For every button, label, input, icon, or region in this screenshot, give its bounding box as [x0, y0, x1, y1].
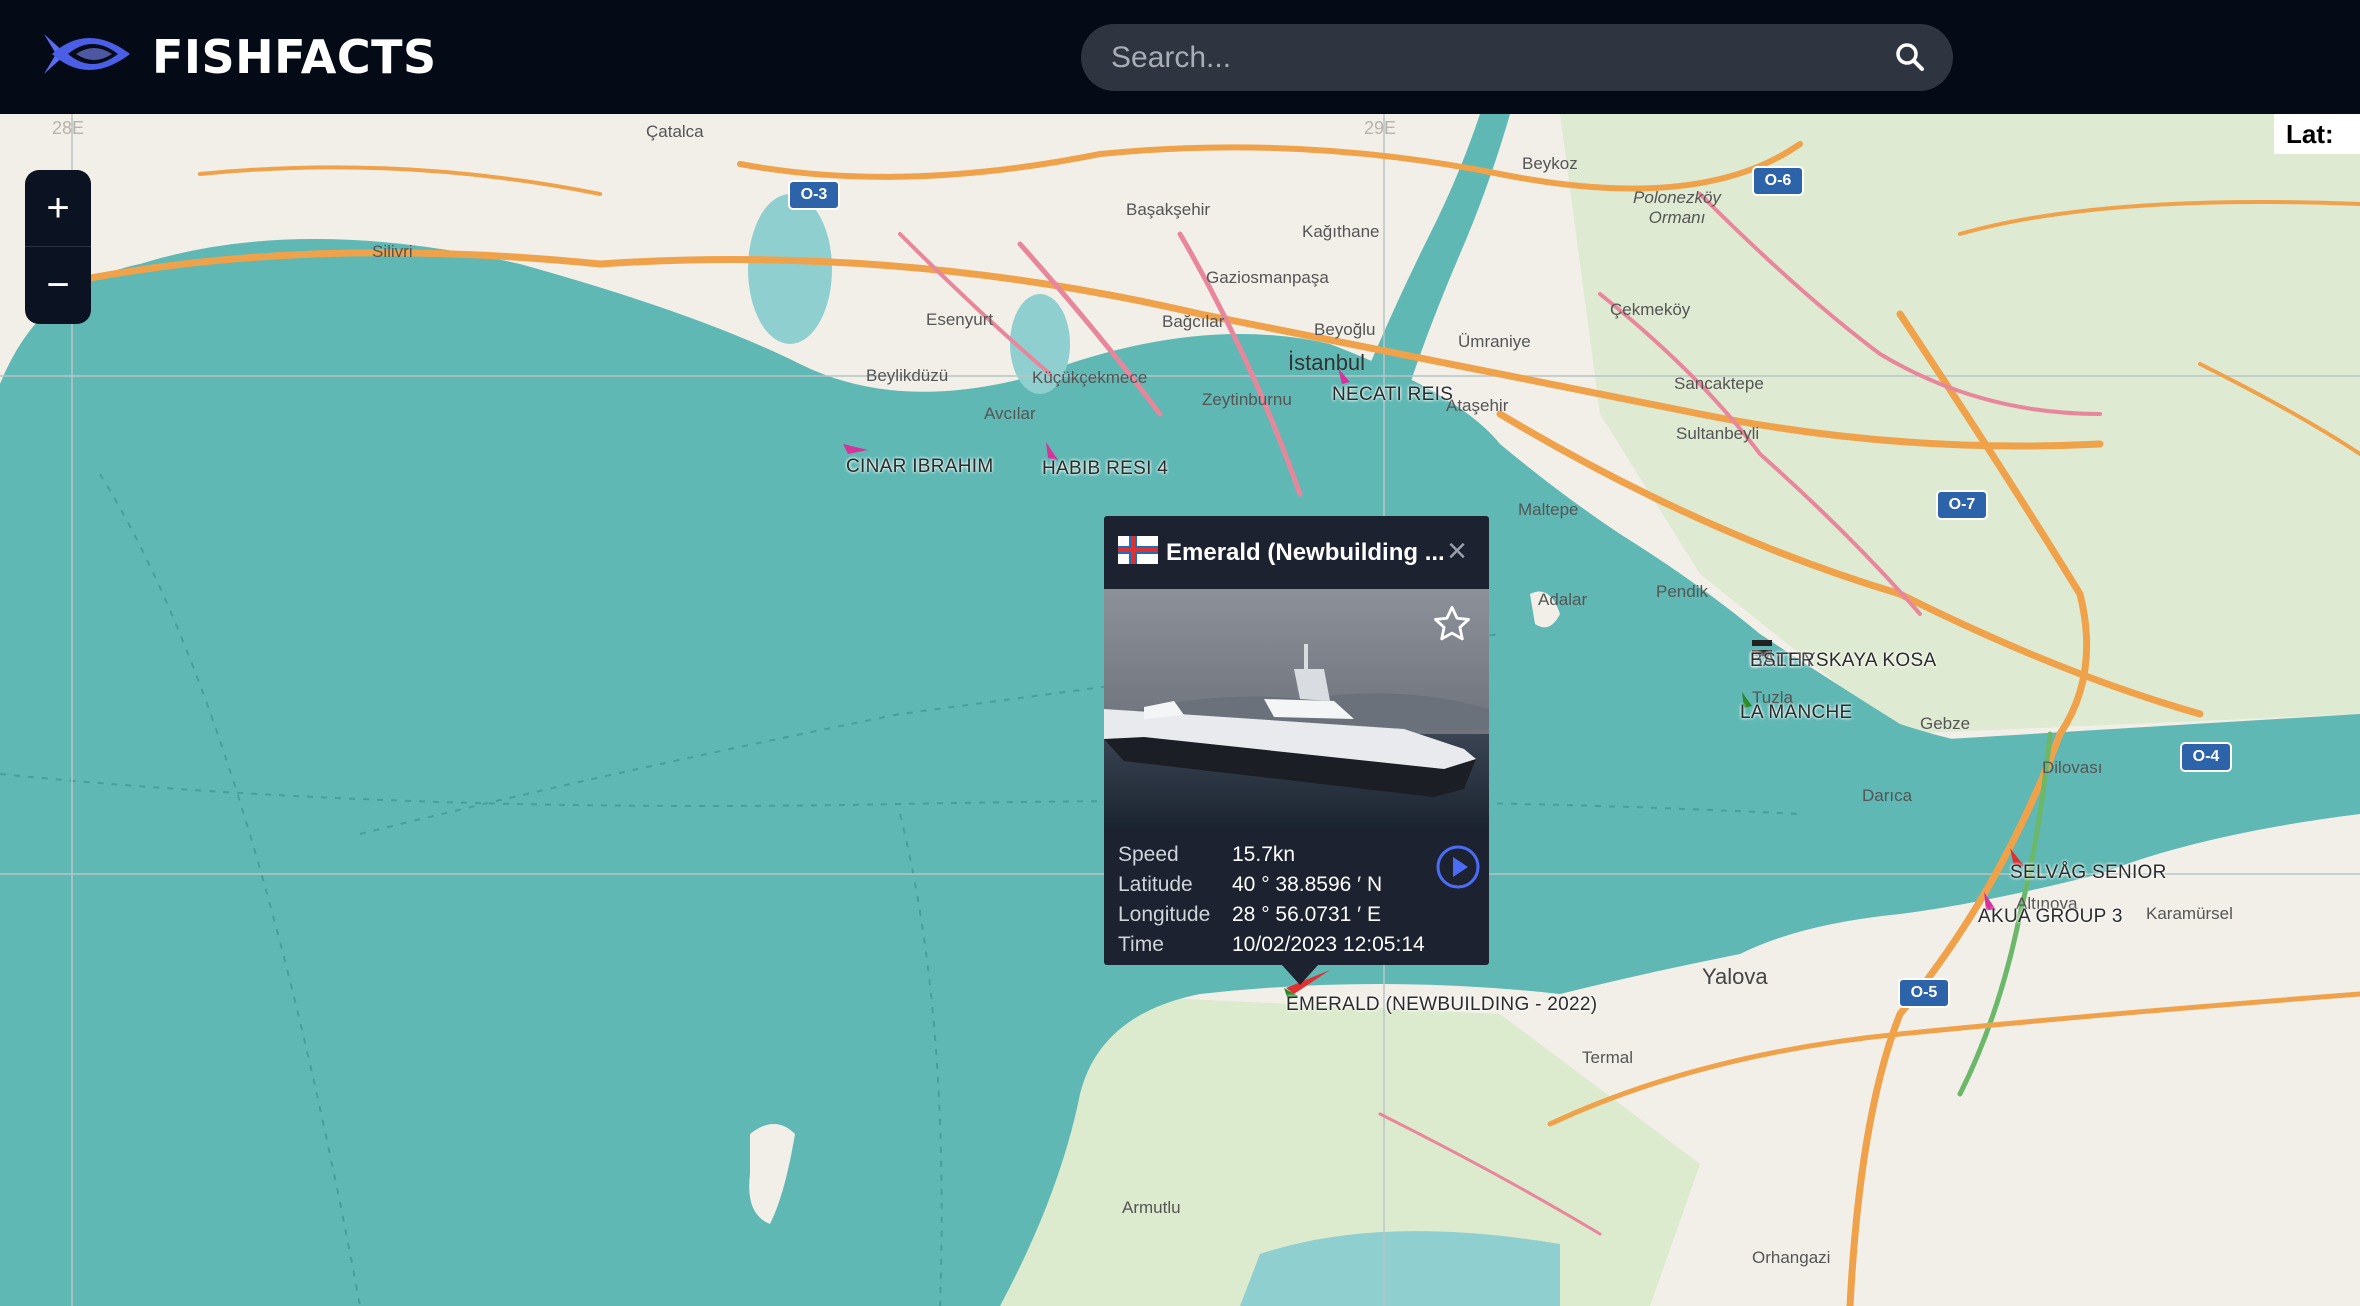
town-label: Beyoğlu [1314, 320, 1376, 339]
town-label: Kağıthane [1302, 222, 1380, 241]
popup-header: Emerald (Newbuilding ... × [1104, 516, 1489, 589]
town-label: Ataşehir [1446, 396, 1509, 415]
road-shield: O-7 [1936, 490, 1988, 520]
time-value: 10/02/2023 12:05:14 [1232, 933, 1425, 956]
vessel-label[interactable]: HABIB RESI 4 [1042, 458, 1168, 480]
vessel-label[interactable]: LA MANCHE [1740, 702, 1853, 724]
town-label: Maltepe [1518, 500, 1579, 519]
vessel-label[interactable]: SELVÅG SENIOR [2010, 862, 2167, 884]
zoom-out-button[interactable]: − [25, 247, 91, 323]
latitude-value: 40 ° 38.8596 ′ N [1232, 873, 1383, 896]
town-label: Esenyurt [926, 310, 994, 329]
vessel-label[interactable]: ESTER [1750, 650, 1815, 672]
vessel-info: Speed 15.7kn Latitude 40 ° 38.8596 ′ N L… [1104, 830, 1489, 960]
town-label-istanbul: İstanbul [1288, 350, 1366, 375]
coordinate-readout: Lat: [2274, 114, 2360, 154]
longitude-row: Longitude 28 ° 56.0731 ′ E [1118, 900, 1475, 930]
town-label: Termal [1582, 1048, 1634, 1067]
road-shield: O-4 [2180, 742, 2232, 772]
search-bar [1081, 24, 1953, 91]
speed-value: 15.7kn [1232, 843, 1296, 866]
grid-label-28e: 28E [52, 118, 85, 138]
speed-row: Speed 15.7kn [1118, 840, 1475, 870]
time-row: Time 10/02/2023 12:05:14 [1118, 930, 1475, 960]
road-shield: O-3 [788, 180, 840, 210]
zoom-in-button[interactable]: + [25, 170, 91, 246]
town-label: Gebze [1920, 714, 1971, 733]
zoom-control: + − [25, 170, 91, 324]
vessel-label[interactable]: EMERALD (NEWBUILDING - 2022) [1286, 994, 1597, 1016]
popup-pointer [1282, 965, 1318, 985]
town-label: Sancaktepe [1674, 374, 1764, 393]
road-shield: O-6 [1752, 166, 1804, 196]
road-shield: O-5 [1898, 978, 1950, 1008]
popup-title[interactable]: Emerald (Newbuilding ... [1166, 539, 1456, 567]
town-label: Adalar [1538, 590, 1588, 609]
logo[interactable]: FISHFACTS [42, 28, 437, 85]
town-label: Ümraniye [1458, 332, 1531, 351]
vessel-label[interactable]: AKUA GROUP 3 [1978, 906, 2123, 928]
town-label: Silivri [372, 242, 413, 261]
faroe-flag-icon [1118, 536, 1158, 569]
town-label: Darıca [1862, 786, 1913, 805]
town-label: Polonezköy Ormanı [1633, 188, 1721, 227]
longitude-label: Longitude [1118, 903, 1211, 926]
vessel-label[interactable]: CINAR IBRAHIM [846, 456, 993, 478]
town-label: Sultanbeyli [1676, 424, 1760, 443]
vessel-label[interactable]: NECATI REIS [1332, 384, 1453, 406]
latitude-row: Latitude 40 ° 38.8596 ′ N [1118, 870, 1475, 900]
fish-logo-icon [42, 28, 134, 85]
town-label: Armutlu [1122, 1198, 1181, 1217]
search-icon[interactable] [1895, 42, 1925, 77]
town-label: Dilovası [2042, 758, 2103, 777]
town-label: Çekmeköy [1610, 300, 1691, 319]
longitude-value: 28 ° 56.0731 ′ E [1232, 903, 1381, 926]
town-label: Avcılar [984, 404, 1036, 423]
town-label: Yalova [1702, 964, 1768, 989]
speed-label: Speed [1118, 843, 1179, 866]
vessel-photo [1104, 589, 1489, 830]
town-label: Gaziosmanpaşa [1206, 268, 1329, 287]
play-track-icon[interactable] [1435, 844, 1481, 895]
town-label: Başakşehir [1126, 200, 1211, 219]
grid-label-29e: 29E [1364, 118, 1397, 138]
vessel-popup: Emerald (Newbuilding ... × Speed 15.7kn … [1104, 516, 1489, 965]
town-label: Pendik [1656, 582, 1708, 601]
close-icon[interactable]: × [1447, 532, 1467, 571]
brand-name: FISHFACTS [152, 29, 437, 84]
top-bar: FISHFACTS [0, 0, 2360, 114]
town-label: Küçükçekmece [1032, 368, 1148, 387]
town-label: Çatalca [646, 122, 704, 141]
latitude-label: Latitude [1118, 873, 1193, 896]
search-input[interactable] [1109, 34, 1873, 82]
time-label: Time [1118, 933, 1164, 956]
town-label: Karamürsel [2146, 904, 2233, 923]
town-label: Beylikdüzü [866, 366, 949, 385]
town-label: Orhangazi [1752, 1248, 1831, 1267]
town-label: Beykoz [1522, 154, 1578, 173]
town-label: Bağcılar [1162, 312, 1225, 331]
town-label: Zeytinburnu [1202, 390, 1292, 409]
star-icon[interactable] [1431, 603, 1473, 650]
